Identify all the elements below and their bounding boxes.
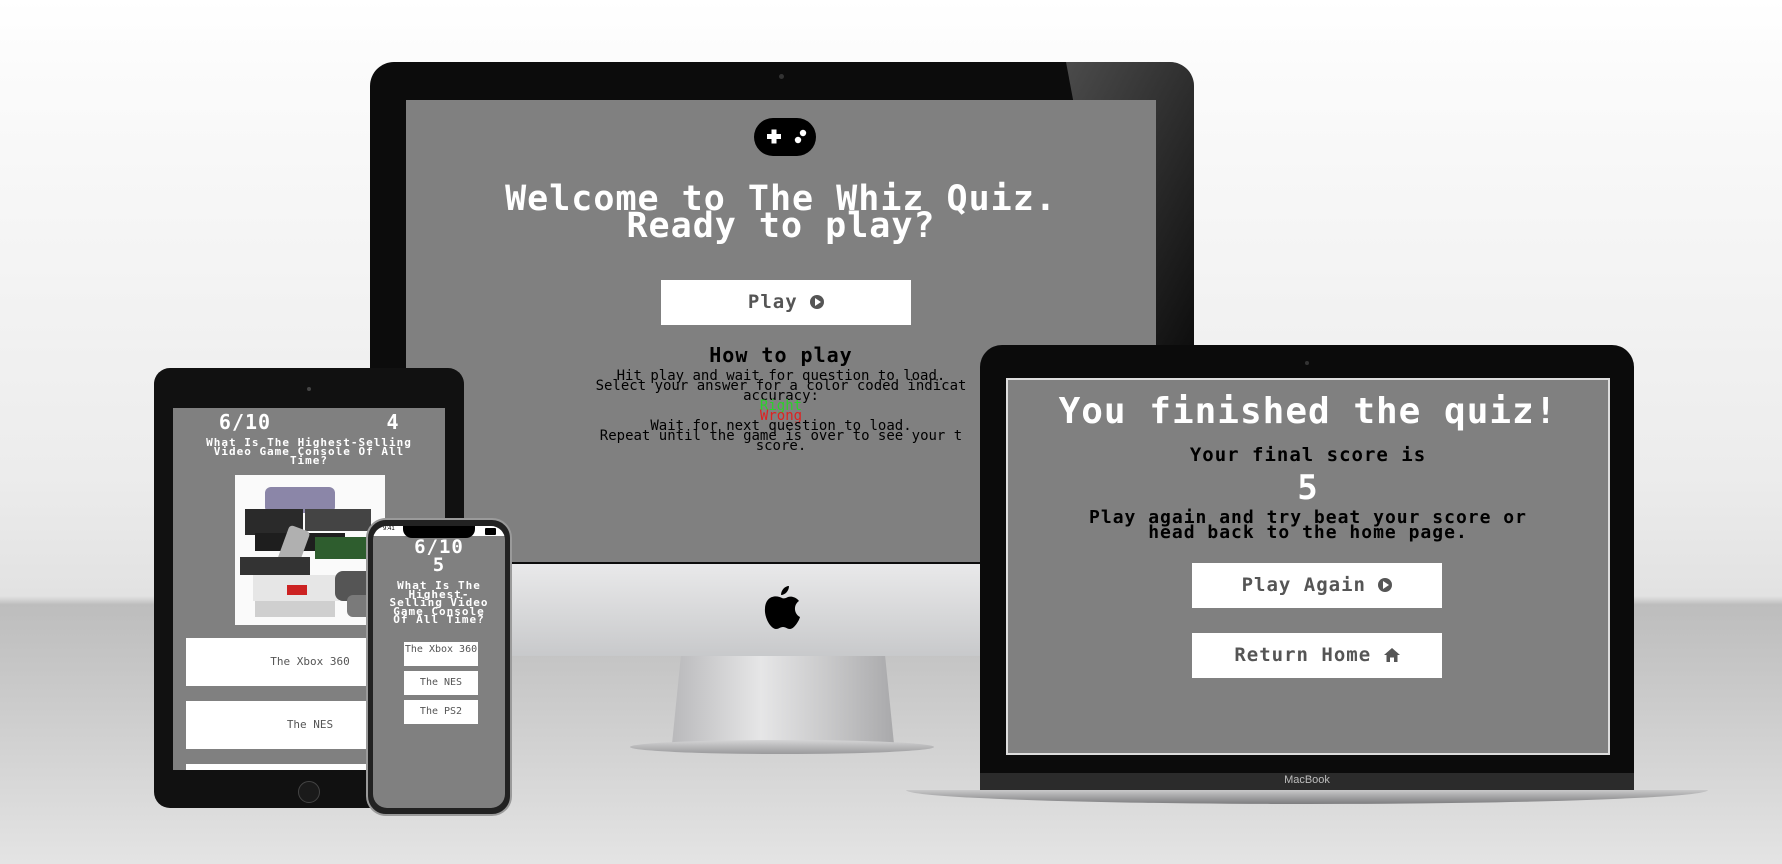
finished-heading: You finished the quiz! bbox=[1058, 391, 1558, 432]
macbook-label: MacBook bbox=[1284, 774, 1330, 786]
iphone-notch bbox=[403, 526, 475, 538]
play-again-button[interactable]: Play Again bbox=[1192, 563, 1442, 608]
ipad-home-button bbox=[298, 781, 320, 803]
status-time: 9:41 bbox=[383, 526, 395, 532]
macbook-camera bbox=[1305, 361, 1309, 365]
iphone-screen: 9:41 6/10 5 What Is The Highest- Selling… bbox=[373, 526, 505, 808]
final-score-label: Your final score is bbox=[1189, 444, 1427, 466]
play-circle-icon bbox=[810, 295, 825, 309]
macbook-base bbox=[906, 790, 1708, 804]
question-progress: 6/10 bbox=[218, 410, 272, 434]
apple-logo-icon bbox=[762, 582, 802, 630]
imac-stand bbox=[672, 656, 894, 744]
imac-foot bbox=[630, 740, 934, 754]
play-circle-icon bbox=[1378, 578, 1393, 592]
welcome-heading: Welcome to The Whiz Quiz. Ready to play? bbox=[505, 179, 1057, 246]
macbook-screen: You finished the quiz! Your final score … bbox=[1006, 378, 1610, 755]
final-score: 5 bbox=[1297, 468, 1319, 508]
answer-button[interactable]: The NES bbox=[404, 671, 478, 695]
current-score: 4 bbox=[386, 410, 400, 434]
end-message: Play again and try beat your score or he… bbox=[1089, 507, 1527, 543]
play-button[interactable]: Play bbox=[661, 280, 911, 325]
return-home-button[interactable]: Return Home bbox=[1192, 633, 1442, 678]
question-text: What Is The Highest- Selling Video Game … bbox=[389, 579, 489, 626]
home-icon bbox=[1383, 634, 1400, 679]
battery-icon bbox=[485, 528, 496, 535]
answer-button[interactable]: The Xbox 360 bbox=[404, 642, 478, 666]
question-text: What Is The Highest-Selling Video Game C… bbox=[206, 436, 412, 467]
consoles-image bbox=[235, 475, 385, 625]
answer-button[interactable]: The PS2 bbox=[404, 700, 478, 724]
imac-camera bbox=[779, 74, 784, 79]
current-score: 5 bbox=[432, 554, 446, 576]
ipad-camera bbox=[307, 387, 311, 391]
gamepad-icon bbox=[754, 118, 816, 156]
